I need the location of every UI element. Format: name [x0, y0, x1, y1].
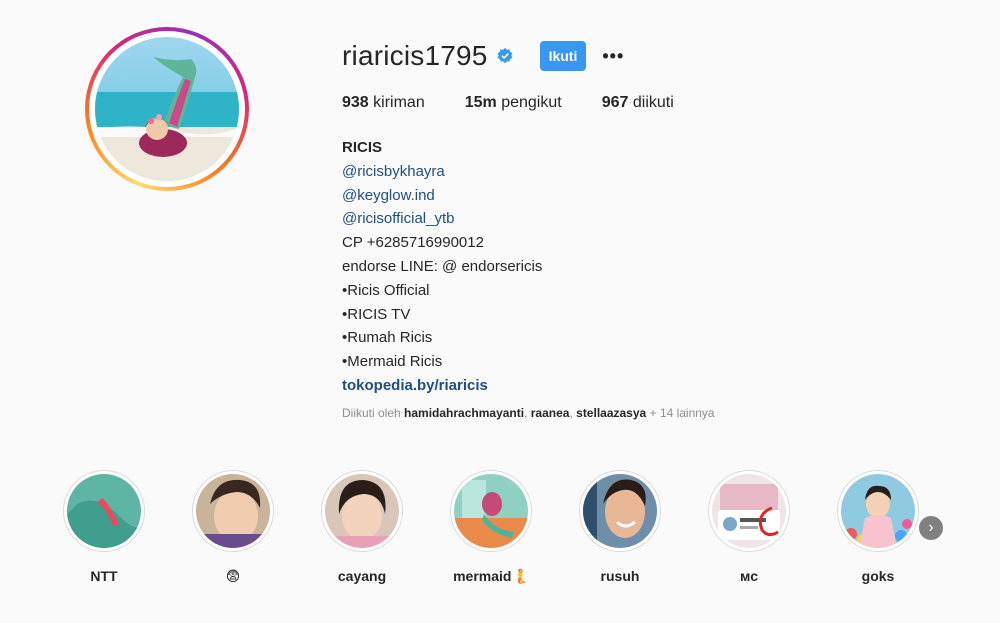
profile-stats: 938 kiriman 15m pengikut 967 diikuti: [342, 94, 714, 112]
posts-count: 938 kiriman: [342, 94, 425, 112]
profile-full-name: RICIS: [342, 139, 383, 156]
bio-line-official: •Ricis Official: [342, 281, 430, 299]
bio-mention-keyglow[interactable]: @keyglow.ind: [342, 184, 542, 208]
followers-label: pengikut: [501, 94, 562, 111]
highlight-ntt[interactable]: NTT: [59, 470, 149, 584]
bio-line-mermaid: •Mermaid Ricis: [342, 353, 443, 371]
highlight-image: [712, 474, 786, 548]
followed-by-user: hamidahrachmayanti: [404, 406, 525, 420]
highlight-thumbnail: [196, 474, 270, 548]
highlight-label: mermaid🧜: [453, 568, 529, 584]
bio-line-rumah: •Rumah Ricis: [342, 329, 433, 347]
verified-badge-icon: [497, 47, 512, 64]
highlight-mermaid[interactable]: mermaid🧜: [446, 470, 536, 585]
bio-mention-ricisbykhayra[interactable]: @ricisbykhayra: [342, 160, 542, 184]
chevron-right-icon[interactable]: ›: [919, 516, 943, 540]
followers-value: 15m: [464, 94, 497, 111]
following-link[interactable]: 967 diikuti: [602, 94, 674, 112]
highlight-image: [841, 474, 915, 548]
highlight-thumbnail: [454, 474, 528, 548]
highlight-label: goks: [861, 568, 895, 584]
bio-line-contact: CP +6285716990012: [342, 234, 484, 252]
followed-by-user: stellaazasya: [576, 406, 647, 420]
profile-avatar[interactable]: [95, 37, 239, 181]
avatar-frame: [89, 31, 245, 187]
highlight-image: [454, 474, 528, 548]
highlight-label: cayang: [337, 568, 387, 584]
highlight-ring: [63, 470, 145, 552]
highlight-ring: [321, 470, 403, 552]
bio-line-endorse: endorse LINE: @ endorsericis: [342, 257, 543, 275]
avatar-photo: [95, 37, 239, 181]
highlight-ring: [708, 470, 790, 552]
more-options-icon[interactable]: •••: [602, 46, 624, 67]
followed-by-user: raanea: [530, 406, 570, 420]
highlight-goks[interactable]: goks: [833, 470, 923, 584]
following-label: diikuti: [632, 94, 674, 111]
highlight-image: [196, 474, 270, 548]
followed-by-prefix: Diikuti oleh: [342, 406, 401, 420]
highlight-image: [583, 474, 657, 548]
highlight-thumbnail: [67, 474, 141, 548]
highlight-mc[interactable]: мс: [704, 470, 794, 584]
highlight-rusuh[interactable]: rusuh: [575, 470, 665, 584]
profile-avatar-ring[interactable]: [85, 27, 249, 191]
highlight-scared[interactable]: 😨: [188, 470, 278, 585]
highlight-label: NTT: [90, 568, 118, 584]
highlight-label: 😨: [225, 568, 241, 584]
highlight-ring: [450, 470, 532, 552]
bio-website-link[interactable]: tokopedia.by/riaricis: [342, 374, 542, 398]
followed-by-more: + 14 lainnya: [649, 406, 715, 420]
follow-button[interactable]: Ikuti: [539, 41, 587, 71]
highlight-thumbnail: [325, 474, 399, 548]
followers-link[interactable]: 15m pengikut: [465, 94, 562, 112]
highlight-cayang[interactable]: cayang: [317, 470, 407, 584]
profile-bio: RICIS @ricisbykhayra @keyglow.ind @ricis…: [342, 136, 542, 398]
highlight-image: [325, 474, 399, 548]
highlight-thumbnail: [583, 474, 657, 548]
highlight-label: мс: [740, 568, 758, 584]
highlight-image: [67, 474, 141, 548]
highlight-thumbnail: [841, 474, 915, 548]
followed-by[interactable]: Diikuti oleh hamidahrachmayanti, raanea,…: [342, 406, 715, 420]
posts-label: kiriman: [373, 94, 425, 111]
bio-line-tv: •RICIS TV: [342, 305, 411, 323]
profile-header: riaricis1795 Ikuti •••: [342, 38, 624, 74]
highlight-ring: [192, 470, 274, 552]
highlight-ring: [579, 470, 661, 552]
highlight-thumbnail: [712, 474, 786, 548]
highlight-ring: [837, 470, 919, 552]
profile-username: riaricis1795: [342, 40, 488, 71]
following-value: 967: [601, 94, 629, 111]
bio-mention-ricisofficial[interactable]: @ricisofficial_ytb: [342, 207, 542, 231]
posts-value: 938: [342, 94, 369, 111]
highlight-label: rusuh: [600, 568, 640, 584]
followed-by-separator: ,: [524, 406, 531, 420]
